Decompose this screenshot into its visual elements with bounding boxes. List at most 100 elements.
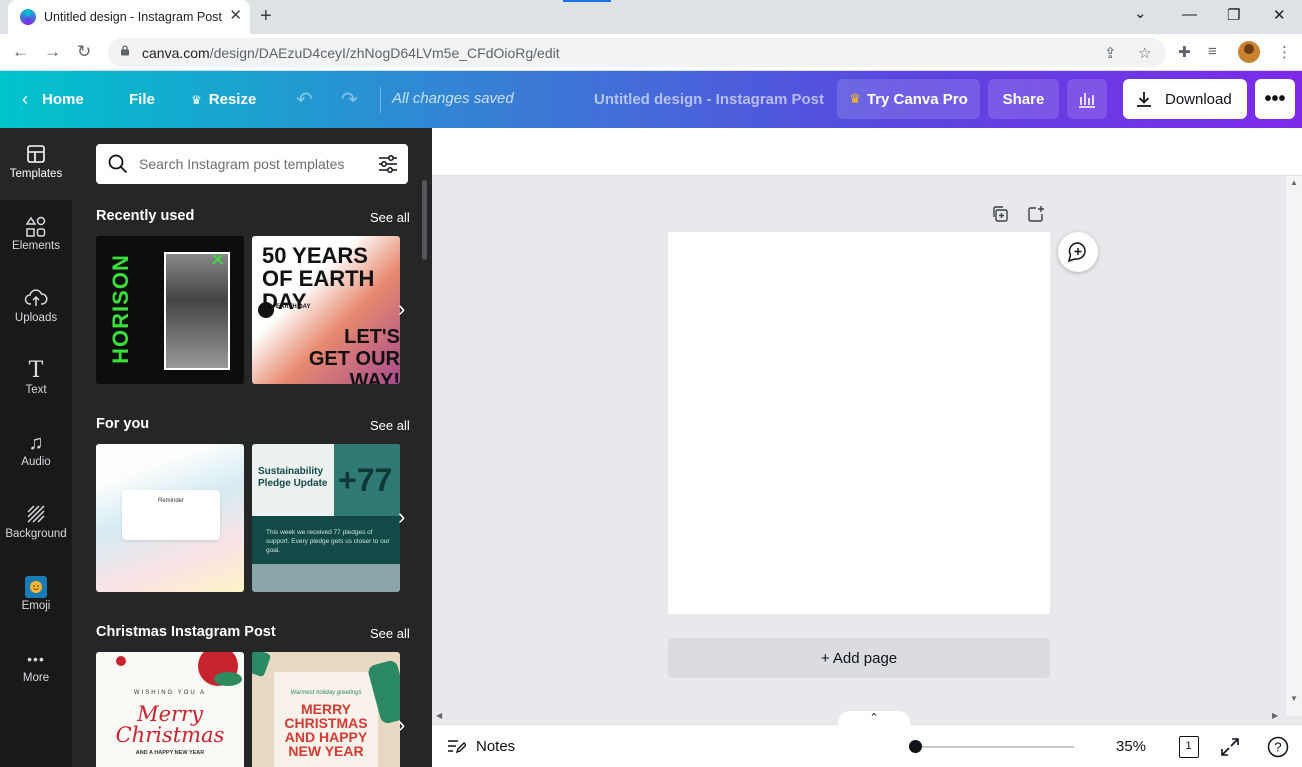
profile-avatar[interactable] <box>1238 41 1260 63</box>
insights-button[interactable] <box>1067 79 1107 119</box>
save-status: All changes saved <box>392 90 514 107</box>
browser-tab-bar: Untitled design - Instagram Post ✕ + ⌄ —… <box>0 0 1302 34</box>
rail-item-audio[interactable]: ♫ Audio <box>0 416 72 488</box>
reload-icon[interactable]: ↻ <box>77 42 91 62</box>
templates-icon <box>0 144 72 166</box>
add-page-label: + Add page <box>820 649 898 667</box>
chevron-left-icon: ‹ <box>22 89 28 109</box>
browser-tab[interactable]: Untitled design - Instagram Post ✕ <box>8 0 250 34</box>
panel-scrollbar[interactable] <box>422 180 427 260</box>
thumb-text: 50 YEARS OF EARTH DAY <box>262 243 375 314</box>
extensions-icon[interactable]: ✚ <box>1178 43 1191 61</box>
minimize-icon[interactable]: — <box>1182 6 1197 23</box>
rail-label: More <box>22 672 50 684</box>
template-thumb[interactable]: HORISON ✕ <box>96 236 244 384</box>
download-button[interactable]: Download <box>1123 79 1247 119</box>
scroll-up-icon[interactable]: ▲ <box>1290 178 1298 187</box>
canva-header: ‹ Home File ♛ Resize ↶ ↷ All changes sav… <box>0 71 1302 128</box>
download-icon <box>1137 92 1151 107</box>
music-note-icon: ♫ <box>28 432 44 454</box>
page-count-button[interactable]: 1 <box>1179 736 1199 758</box>
zoom-slider[interactable] <box>914 746 1074 748</box>
share-page-icon[interactable]: ⇪ <box>1104 44 1117 62</box>
design-page[interactable] <box>668 232 1050 614</box>
rail-item-background[interactable]: Background <box>0 488 72 560</box>
zoom-level[interactable]: 35% <box>1116 738 1146 755</box>
template-thumb[interactable]: Sustainability Pledge Update +77 This we… <box>252 444 400 592</box>
template-thumb[interactable]: Warmest holiday greetings MERRY CHRISTMA… <box>252 652 400 767</box>
fullscreen-icon[interactable] <box>1220 737 1240 757</box>
resize-button[interactable]: ♛ Resize <box>191 71 256 128</box>
tab-search-icon[interactable]: ⌄ <box>1134 4 1147 22</box>
thumb-card: Reminder <box>122 490 220 540</box>
rail-item-text[interactable]: T Text <box>0 344 72 416</box>
scroll-left-icon[interactable]: ◀ <box>436 711 442 720</box>
scroll-right-icon[interactable]: ▶ <box>1272 711 1278 720</box>
page-view-toggle[interactable]: ⌃ <box>838 711 910 725</box>
template-search-input[interactable]: Search Instagram post templates <box>96 144 408 184</box>
window-close-icon[interactable]: ✕ <box>1273 6 1286 24</box>
close-x-icon: ✕ <box>210 250 226 270</box>
comment-plus-icon <box>1067 242 1086 263</box>
rail-item-uploads[interactable]: Uploads <box>0 272 72 344</box>
help-icon[interactable]: ? <box>1267 736 1289 758</box>
rail-item-more[interactable]: ••• More <box>0 632 72 704</box>
rail-item-elements[interactable]: Elements <box>0 200 72 272</box>
more-options-button[interactable]: ••• <box>1255 79 1295 119</box>
document-title[interactable]: Untitled design - Instagram Post <box>594 91 824 108</box>
page-count: 1 <box>1185 740 1192 752</box>
thumb-text: EARTH DAY <box>276 304 311 310</box>
media-control-icon[interactable]: ≡ <box>1208 43 1217 60</box>
share-button[interactable]: Share <box>988 79 1059 119</box>
back-icon[interactable]: ← <box>12 42 29 62</box>
home-button[interactable]: ‹ Home <box>22 71 84 128</box>
restore-icon[interactable]: ❐ <box>1227 6 1240 24</box>
file-label: File <box>129 91 155 108</box>
filter-icon[interactable] <box>378 154 398 174</box>
see-all-link[interactable]: See all <box>370 626 410 641</box>
bookmark-star-icon[interactable]: ☆ <box>1138 44 1151 62</box>
url-path: /design/DAEzuD4ceyI/zhNogD64LVm5e_CFdOio… <box>209 45 560 61</box>
notes-button[interactable]: Notes <box>446 737 515 755</box>
template-thumb[interactable]: WISHING YOU A Merry Christmas AND A HAPP… <box>96 652 244 767</box>
try-canva-pro-button[interactable]: ♛ Try Canva Pro <box>837 79 980 119</box>
lock-icon <box>121 45 129 56</box>
shapes-icon <box>0 216 72 238</box>
rail-item-emoji[interactable]: Emoji <box>0 560 72 632</box>
chevron-right-icon[interactable]: › <box>398 712 405 738</box>
home-label: Home <box>42 91 84 108</box>
chevron-right-icon[interactable]: › <box>398 296 405 322</box>
see-all-link[interactable]: See all <box>370 210 410 225</box>
see-all-link[interactable]: See all <box>370 418 410 433</box>
file-menu-button[interactable]: File <box>129 71 155 128</box>
tab-title: Untitled design - Instagram Post <box>44 10 222 24</box>
thumb-text: Merry Christmas <box>115 702 225 747</box>
tree-decoration <box>252 652 272 678</box>
scroll-down-icon[interactable]: ▼ <box>1290 694 1298 703</box>
template-thumb[interactable]: 50 YEARS OF EARTH DAY EARTH DAY LET'S GE… <box>252 236 400 384</box>
duplicate-page-icon[interactable] <box>991 205 1009 223</box>
zoom-slider-handle[interactable] <box>909 740 922 753</box>
thumb-text: HORISON <box>107 254 133 364</box>
new-tab-icon[interactable]: + <box>260 5 272 28</box>
browser-menu-icon[interactable]: ⋮ <box>1277 43 1292 61</box>
chevron-right-icon[interactable]: › <box>398 504 405 530</box>
thumb-text: WISHING YOU A <box>133 690 207 696</box>
rail-item-templates[interactable]: Templates <box>0 128 72 200</box>
add-comment-button[interactable] <box>1058 232 1098 272</box>
search-placeholder: Search Instagram post templates <box>139 156 345 172</box>
add-page-icon[interactable] <box>1027 205 1045 223</box>
notes-icon <box>448 740 466 754</box>
template-thumb[interactable]: Reminder <box>96 444 244 592</box>
thumb-bottom-block <box>252 564 400 592</box>
undo-icon[interactable]: ↶ <box>296 71 313 128</box>
leaf-decoration <box>214 672 242 686</box>
redo-icon[interactable]: ↷ <box>341 71 358 128</box>
address-bar[interactable]: canva.com/design/DAEzuD4ceyI/zhNogD64LVm… <box>108 38 1166 67</box>
add-page-button[interactable]: + Add page <box>668 638 1050 678</box>
vertical-scrollbar[interactable]: ▲ ▼ <box>1286 176 1302 716</box>
forward-icon[interactable]: → <box>44 42 61 62</box>
tab-close-icon[interactable]: ✕ <box>229 7 242 25</box>
section-title: Christmas Instagram Post <box>96 624 276 640</box>
editor-canvas-area: + Add page ▲ ▼ ◀ ▶ ⌃ Notes 35% 1 ? <box>432 128 1302 767</box>
